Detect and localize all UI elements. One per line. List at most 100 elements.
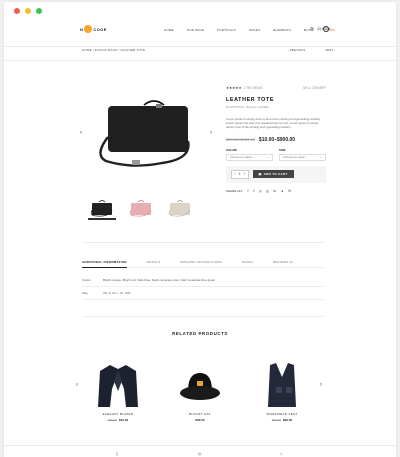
related-product-price: $50.00 $40.00 [88,418,148,422]
pinterest-icon[interactable]: p [259,189,261,193]
color-select[interactable]: Choose an option... ⌄ [226,153,273,161]
bag-icon: ▣ [258,172,262,177]
tab-details[interactable]: DETAILS [147,260,161,264]
email-icon[interactable]: ✉ [288,189,291,193]
breadcrumb: HOME / ETHNIC BAGS / LEATHER TOTE [82,48,146,52]
twitter-icon[interactable]: t [254,189,255,193]
quantity-stepper[interactable]: − 1 + [231,169,249,179]
attribute-value: Bright orange, Bright red, Dark blue, Da… [103,278,216,282]
thumbnail-beige-image [168,200,191,217]
gallery-prev-arrow-icon[interactable]: ‹ [80,130,82,136]
logo-text-right: CODE [93,26,107,32]
old-price: $25.00–$950.00 [226,136,255,142]
product-main-image [99,100,190,167]
vest-image [268,363,296,407]
close-dot[interactable] [14,8,20,14]
review-count[interactable]: 2 REVIEWS [244,86,263,90]
minus-icon[interactable]: − [234,172,236,176]
search-icon[interactable] [323,26,329,32]
tab-reviews[interactable]: REVIEWS (2) [273,260,294,264]
add-to-cart-button[interactable]: ▣ ADD TO CART [252,170,294,179]
related-next-arrow-icon[interactable]: › [320,382,322,388]
related-product-name[interactable]: WORKWEAR VEST [252,412,312,416]
divider [82,316,324,317]
related-product-image [252,357,312,409]
product-title: LEATHER TOTE [226,97,275,103]
related-product-price: $90.00 [170,418,230,422]
current-price: $10.00–$900.00 [258,136,296,143]
window-controls [14,8,42,14]
rating-row: ★★★★★ 2 REVIEWS SKU: 23948FF [226,86,326,90]
tab-washing-instructions[interactable]: WASHING INSTRUCTIONS [180,260,222,264]
size-label: SIZE [279,147,286,152]
thumbnail-strip [88,194,194,220]
facebook-icon[interactable]: f [248,189,249,193]
previous-link[interactable]: ‹ PREVIOUS [288,48,305,52]
table-row: Size XS, S, M, L, XL, XXL [82,287,324,300]
cart-icon: 🛍 [310,27,315,31]
related-old-price: $80.00 [271,418,281,422]
size-option: SIZE Choose an option... ⌄ [279,148,326,161]
nav-item-elements[interactable]: ELEMENTS [273,28,291,32]
product-pager: ‹ PREVIOUS NEXT › [288,48,335,52]
related-product-image [170,357,230,409]
table-row: Colors Bright orange, Bright red, Dark b… [82,274,324,287]
divider [82,242,324,243]
nav-item-home[interactable]: HOME [164,28,174,32]
google-plus-icon[interactable]: g [266,189,268,193]
logo-circle-icon [84,25,93,33]
related-prev-arrow-icon[interactable]: ‹ [76,382,78,388]
size-select-value: Choose an option... [283,155,308,160]
related-product-card[interactable]: BUCKET HAT $90.00 [170,357,230,422]
site-header: N CODE HOME OUR PAGE PORTFOLIO PAGES ELE… [4,16,396,47]
nav-item-our-page[interactable]: OUR PAGE [187,28,204,32]
attributes-table: Colors Bright orange, Bright red, Dark b… [82,274,324,300]
maximize-dot[interactable] [36,8,42,14]
site-logo[interactable]: N CODE [80,25,107,33]
related-product-name[interactable]: ELEGANT BLAZER [88,412,148,416]
thumbnail-black-image [90,200,113,217]
chevron-down-icon: ⌄ [266,155,269,160]
next-link[interactable]: NEXT › [325,48,335,52]
share-row: SHARE ON: f t p g in ● ✉ [226,189,326,193]
nav-item-pages[interactable]: PAGES [249,28,260,32]
product-description: Lorem Ipsum is simply dummy text of the … [226,117,321,130]
star-rating-icon: ★★★★★ [226,86,242,90]
tab-sizing[interactable]: SIZING [242,260,253,264]
nav-item-portfolio[interactable]: PORTFOLIO [217,28,236,32]
tab-additional-information[interactable]: ADDITIONAL INFORMATION [82,260,127,268]
chevron-down-icon: ⌄ [319,155,322,160]
linkedin-icon[interactable]: in [273,189,276,193]
footer-box-icon: ▯ [116,451,119,456]
related-new-price: $90.00 [195,418,205,422]
bucket-hat-image [180,373,220,400]
size-select[interactable]: Choose an option... ⌄ [279,153,326,161]
tumblr-icon[interactable]: ● [281,189,283,193]
thumbnail-pink[interactable] [127,194,155,218]
related-product-image [88,357,148,409]
gallery-next-arrow-icon[interactable]: › [210,130,212,136]
product-category[interactable]: SHOPPING, BAGS LARGE [226,105,326,109]
minimize-dot[interactable] [25,8,31,14]
divider [4,445,396,446]
browser-window: N CODE HOME OUR PAGE PORTFOLIO PAGES ELE… [4,2,396,457]
color-select-value: Choose an option... [230,155,255,160]
thumbnail-beige[interactable] [166,194,194,218]
product-summary: ★★★★★ 2 REVIEWS SKU: 23948FF LEATHER TOTE… [226,86,326,193]
attribute-name: Colors [82,278,91,282]
blazer-image [98,365,138,407]
related-product-card[interactable]: WORKWEAR VEST $80.00 $90.00 [252,357,312,422]
product-tabs: ADDITIONAL INFORMATION DETAILS WASHING I… [82,260,324,268]
footer-pin-icon: ⌂ [280,451,283,456]
related-product-price: $80.00 $90.00 [252,418,312,422]
related-product-name[interactable]: BUCKET HAT [170,412,230,416]
sku-label: SKU: 23948FF [302,86,326,90]
plus-icon[interactable]: + [244,172,246,176]
add-to-cart-label: ADD TO CART [263,172,288,177]
variation-options: COLOR Choose an option... ⌄ SIZE Choose a… [226,148,326,161]
thumbnail-black[interactable] [88,194,116,220]
related-product-card[interactable]: ELEGANT BLAZER $50.00 $40.00 [88,357,148,422]
footer-globe-icon: ◎ [198,451,202,456]
quantity-value[interactable]: 1 [239,172,241,176]
related-new-price: $90.00 [283,418,293,422]
